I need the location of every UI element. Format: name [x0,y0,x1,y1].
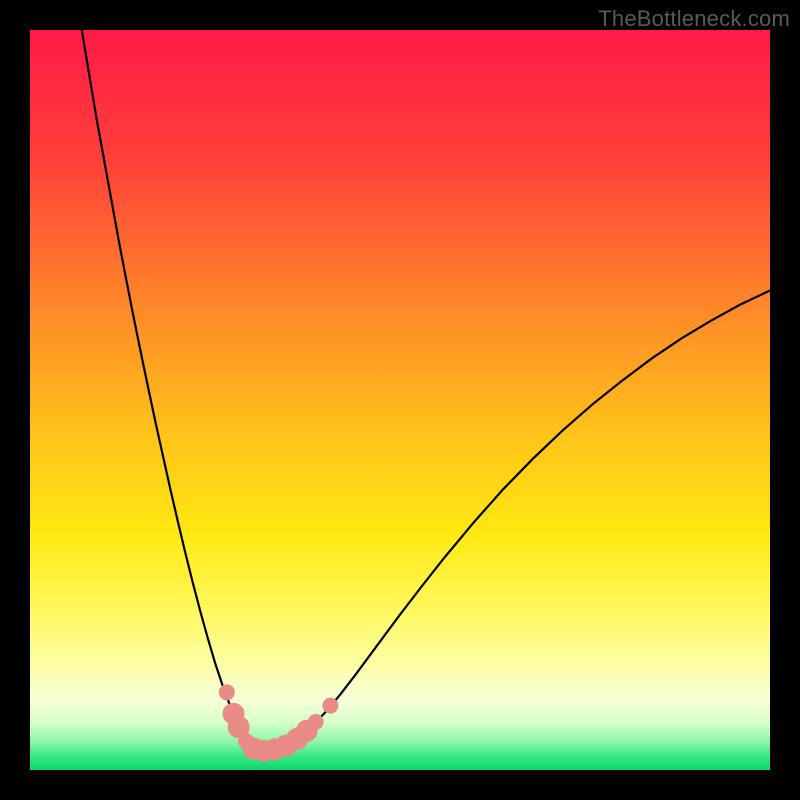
plot-area [30,30,770,770]
watermark-text: TheBottleneck.com [598,6,790,32]
marker-point [308,714,324,730]
marker-point [219,684,235,700]
marker-point [322,698,338,714]
outer-frame: TheBottleneck.com [0,0,800,800]
chart-background [30,30,770,770]
bottleneck-chart [30,30,770,770]
